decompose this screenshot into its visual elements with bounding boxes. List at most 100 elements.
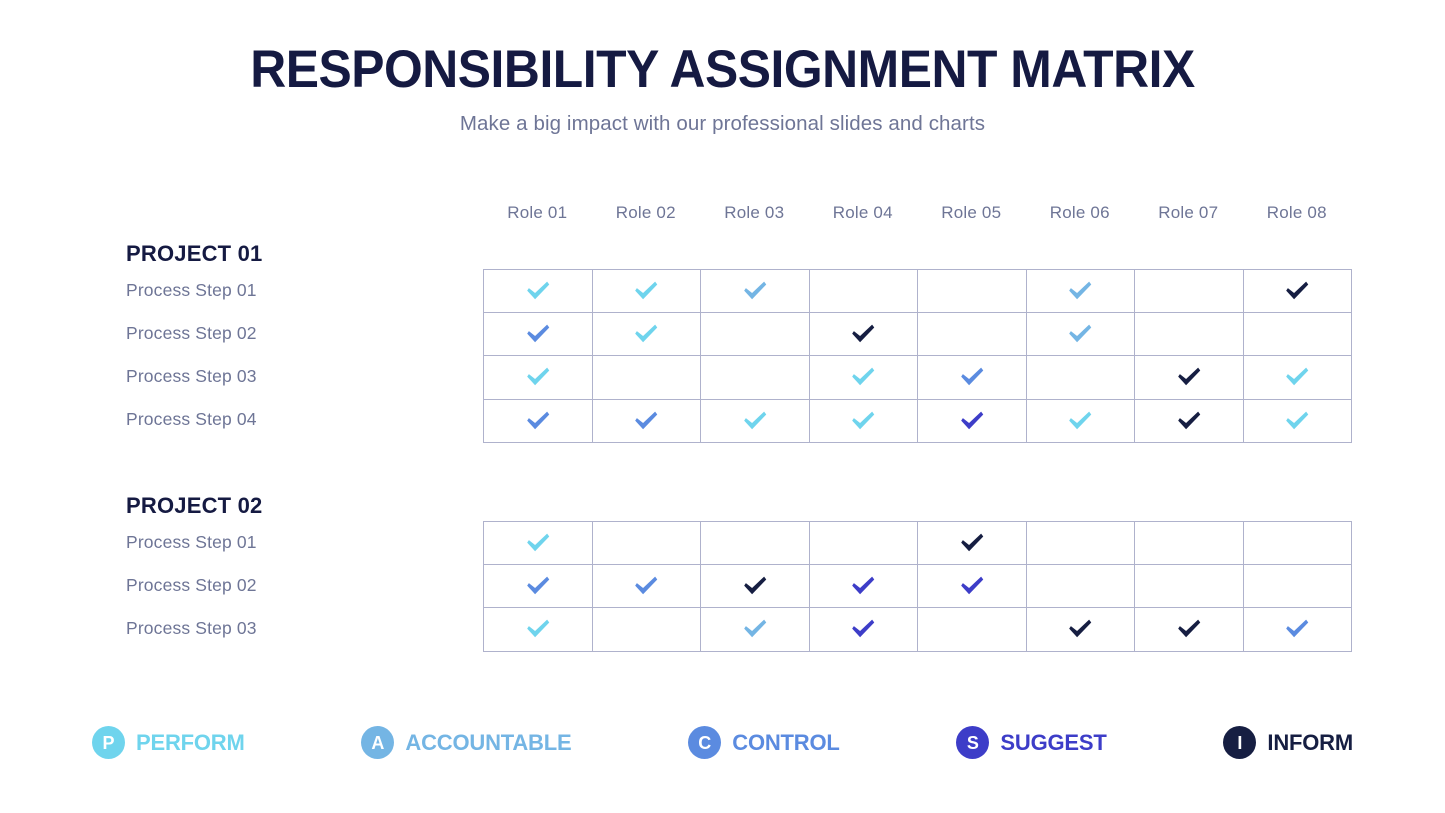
table-row <box>483 312 1352 357</box>
matrix-cell-control[interactable] <box>483 312 593 357</box>
matrix-cell-perform[interactable] <box>591 268 701 314</box>
matrix-cell-empty[interactable] <box>591 607 701 652</box>
matrix-cell-empty[interactable] <box>1134 268 1244 314</box>
matrix-cell-suggest[interactable] <box>917 398 1027 443</box>
legend-badge-icon-accountable: A <box>361 726 395 759</box>
legend-item-suggest[interactable]: S SUGGEST <box>956 726 1107 759</box>
check-icon <box>633 278 659 304</box>
check-icon <box>1067 616 1093 642</box>
matrix-cell-inform[interactable] <box>1025 607 1135 652</box>
matrix-cell-empty[interactable] <box>917 607 1027 652</box>
matrix-cell-perform[interactable] <box>483 355 593 400</box>
matrix-cell-inform[interactable] <box>1134 355 1244 400</box>
matrix-cell-empty[interactable] <box>1242 520 1352 566</box>
legend-item-accountable[interactable]: A ACCOUNTABLE <box>361 726 572 759</box>
column-header-role-4: Role 04 <box>832 203 893 222</box>
matrix-cell-perform[interactable] <box>700 398 810 443</box>
matrix-cell-perform[interactable] <box>483 268 593 314</box>
matrix-cell-perform[interactable] <box>1025 398 1135 443</box>
legend-item-inform[interactable]: I INFORM <box>1223 726 1353 759</box>
matrix-cell-control[interactable] <box>1242 607 1352 652</box>
legend-badge-icon-inform: I <box>1223 726 1257 759</box>
column-header-role-2: Role 02 <box>615 203 676 222</box>
matrix-cell-empty[interactable] <box>591 520 701 566</box>
matrix-cell-suggest[interactable] <box>808 564 918 609</box>
matrix-cell-empty[interactable] <box>1242 564 1352 609</box>
matrix-cell-empty[interactable] <box>1134 520 1244 566</box>
check-icon <box>1067 408 1093 434</box>
check-icon <box>742 408 768 434</box>
row-label: Process Step 02 <box>126 322 257 343</box>
column-header-role-8: Role 08 <box>1266 203 1327 222</box>
matrix-cell-accountable[interactable] <box>1025 268 1135 314</box>
column-header-row: Role 01 Role 02 Role 03 Role 04 Role 05 Role … <box>483 203 1351 223</box>
matrix-cell-perform[interactable] <box>483 520 593 566</box>
check-icon <box>525 573 551 599</box>
legend-badge-icon-control: C <box>688 726 722 759</box>
matrix-cell-inform[interactable] <box>1134 398 1244 443</box>
check-icon <box>959 408 985 434</box>
matrix-cell-empty[interactable] <box>1134 312 1244 357</box>
check-icon <box>1284 408 1310 434</box>
matrix-cell-control[interactable] <box>591 398 701 443</box>
matrix-cell-empty[interactable] <box>1025 355 1135 400</box>
matrix-cell-inform[interactable] <box>1242 268 1352 314</box>
matrix-cell-empty[interactable] <box>700 312 810 357</box>
check-icon <box>633 321 659 347</box>
matrix-cell-empty[interactable] <box>591 355 701 400</box>
row-label: Process Step 01 <box>126 531 257 552</box>
page-subtitle: Make a big impact with our professional … <box>459 111 986 135</box>
check-icon <box>850 573 876 599</box>
matrix-cell-perform[interactable] <box>1242 398 1352 443</box>
table-row <box>483 398 1352 443</box>
matrix-cell-inform[interactable] <box>917 520 1027 566</box>
table-row <box>483 607 1352 652</box>
matrix-cell-accountable[interactable] <box>700 607 810 652</box>
matrix-cell-control[interactable] <box>483 398 593 443</box>
matrix-cell-control[interactable] <box>917 355 1027 400</box>
column-header-role-6: Role 06 <box>1049 203 1110 222</box>
matrix-cell-inform[interactable] <box>700 564 810 609</box>
matrix-cell-empty[interactable] <box>1242 312 1352 357</box>
matrix-cell-empty[interactable] <box>808 268 918 314</box>
matrix-cell-empty[interactable] <box>700 520 810 566</box>
matrix-cell-perform[interactable] <box>591 312 701 357</box>
check-icon <box>1067 278 1093 304</box>
matrix-cell-inform[interactable] <box>808 312 918 357</box>
group-title-project-01: PROJECT 01 <box>126 241 263 266</box>
check-icon <box>959 530 985 556</box>
check-icon <box>742 616 768 642</box>
row-label: Process Step 03 <box>126 618 257 638</box>
legend-label-suggest: SUGGEST <box>1000 729 1107 755</box>
matrix-cell-suggest[interactable] <box>917 564 1027 609</box>
matrix-cell-empty[interactable] <box>1025 520 1135 566</box>
check-icon <box>959 364 985 390</box>
matrix-cell-suggest[interactable] <box>808 607 918 652</box>
check-icon <box>633 408 659 434</box>
matrix-cell-accountable[interactable] <box>1025 312 1135 357</box>
matrix-cell-perform[interactable] <box>808 398 918 443</box>
legend-item-perform[interactable]: P PERFORM <box>92 726 245 759</box>
matrix-cell-empty[interactable] <box>917 268 1027 314</box>
matrix-cell-inform[interactable] <box>1134 607 1244 652</box>
matrix-cell-accountable[interactable] <box>700 268 810 314</box>
matrix-cell-control[interactable] <box>591 564 701 609</box>
table-row <box>483 564 1352 609</box>
legend: P PERFORM A ACCOUNTABLE C CONTROL S SUGGEST I INF… <box>0 726 1445 759</box>
matrix-cell-empty[interactable] <box>917 312 1027 357</box>
check-icon <box>1176 408 1202 434</box>
check-icon <box>633 573 659 599</box>
matrix-cell-perform[interactable] <box>808 355 918 400</box>
legend-label-perform: PERFORM <box>136 729 245 755</box>
matrix-cell-empty[interactable] <box>808 520 918 566</box>
matrix-cell-empty[interactable] <box>700 355 810 400</box>
matrix-cell-control[interactable] <box>483 564 593 609</box>
legend-item-control[interactable]: C CONTROL <box>688 726 840 759</box>
matrix-cell-empty[interactable] <box>1134 564 1244 609</box>
matrix-cell-perform[interactable] <box>1242 355 1352 400</box>
check-icon <box>1176 616 1202 642</box>
check-icon <box>1067 321 1093 347</box>
matrix-table-project-01 <box>483 268 1352 443</box>
matrix-cell-empty[interactable] <box>1025 564 1135 609</box>
matrix-cell-perform[interactable] <box>483 607 593 652</box>
